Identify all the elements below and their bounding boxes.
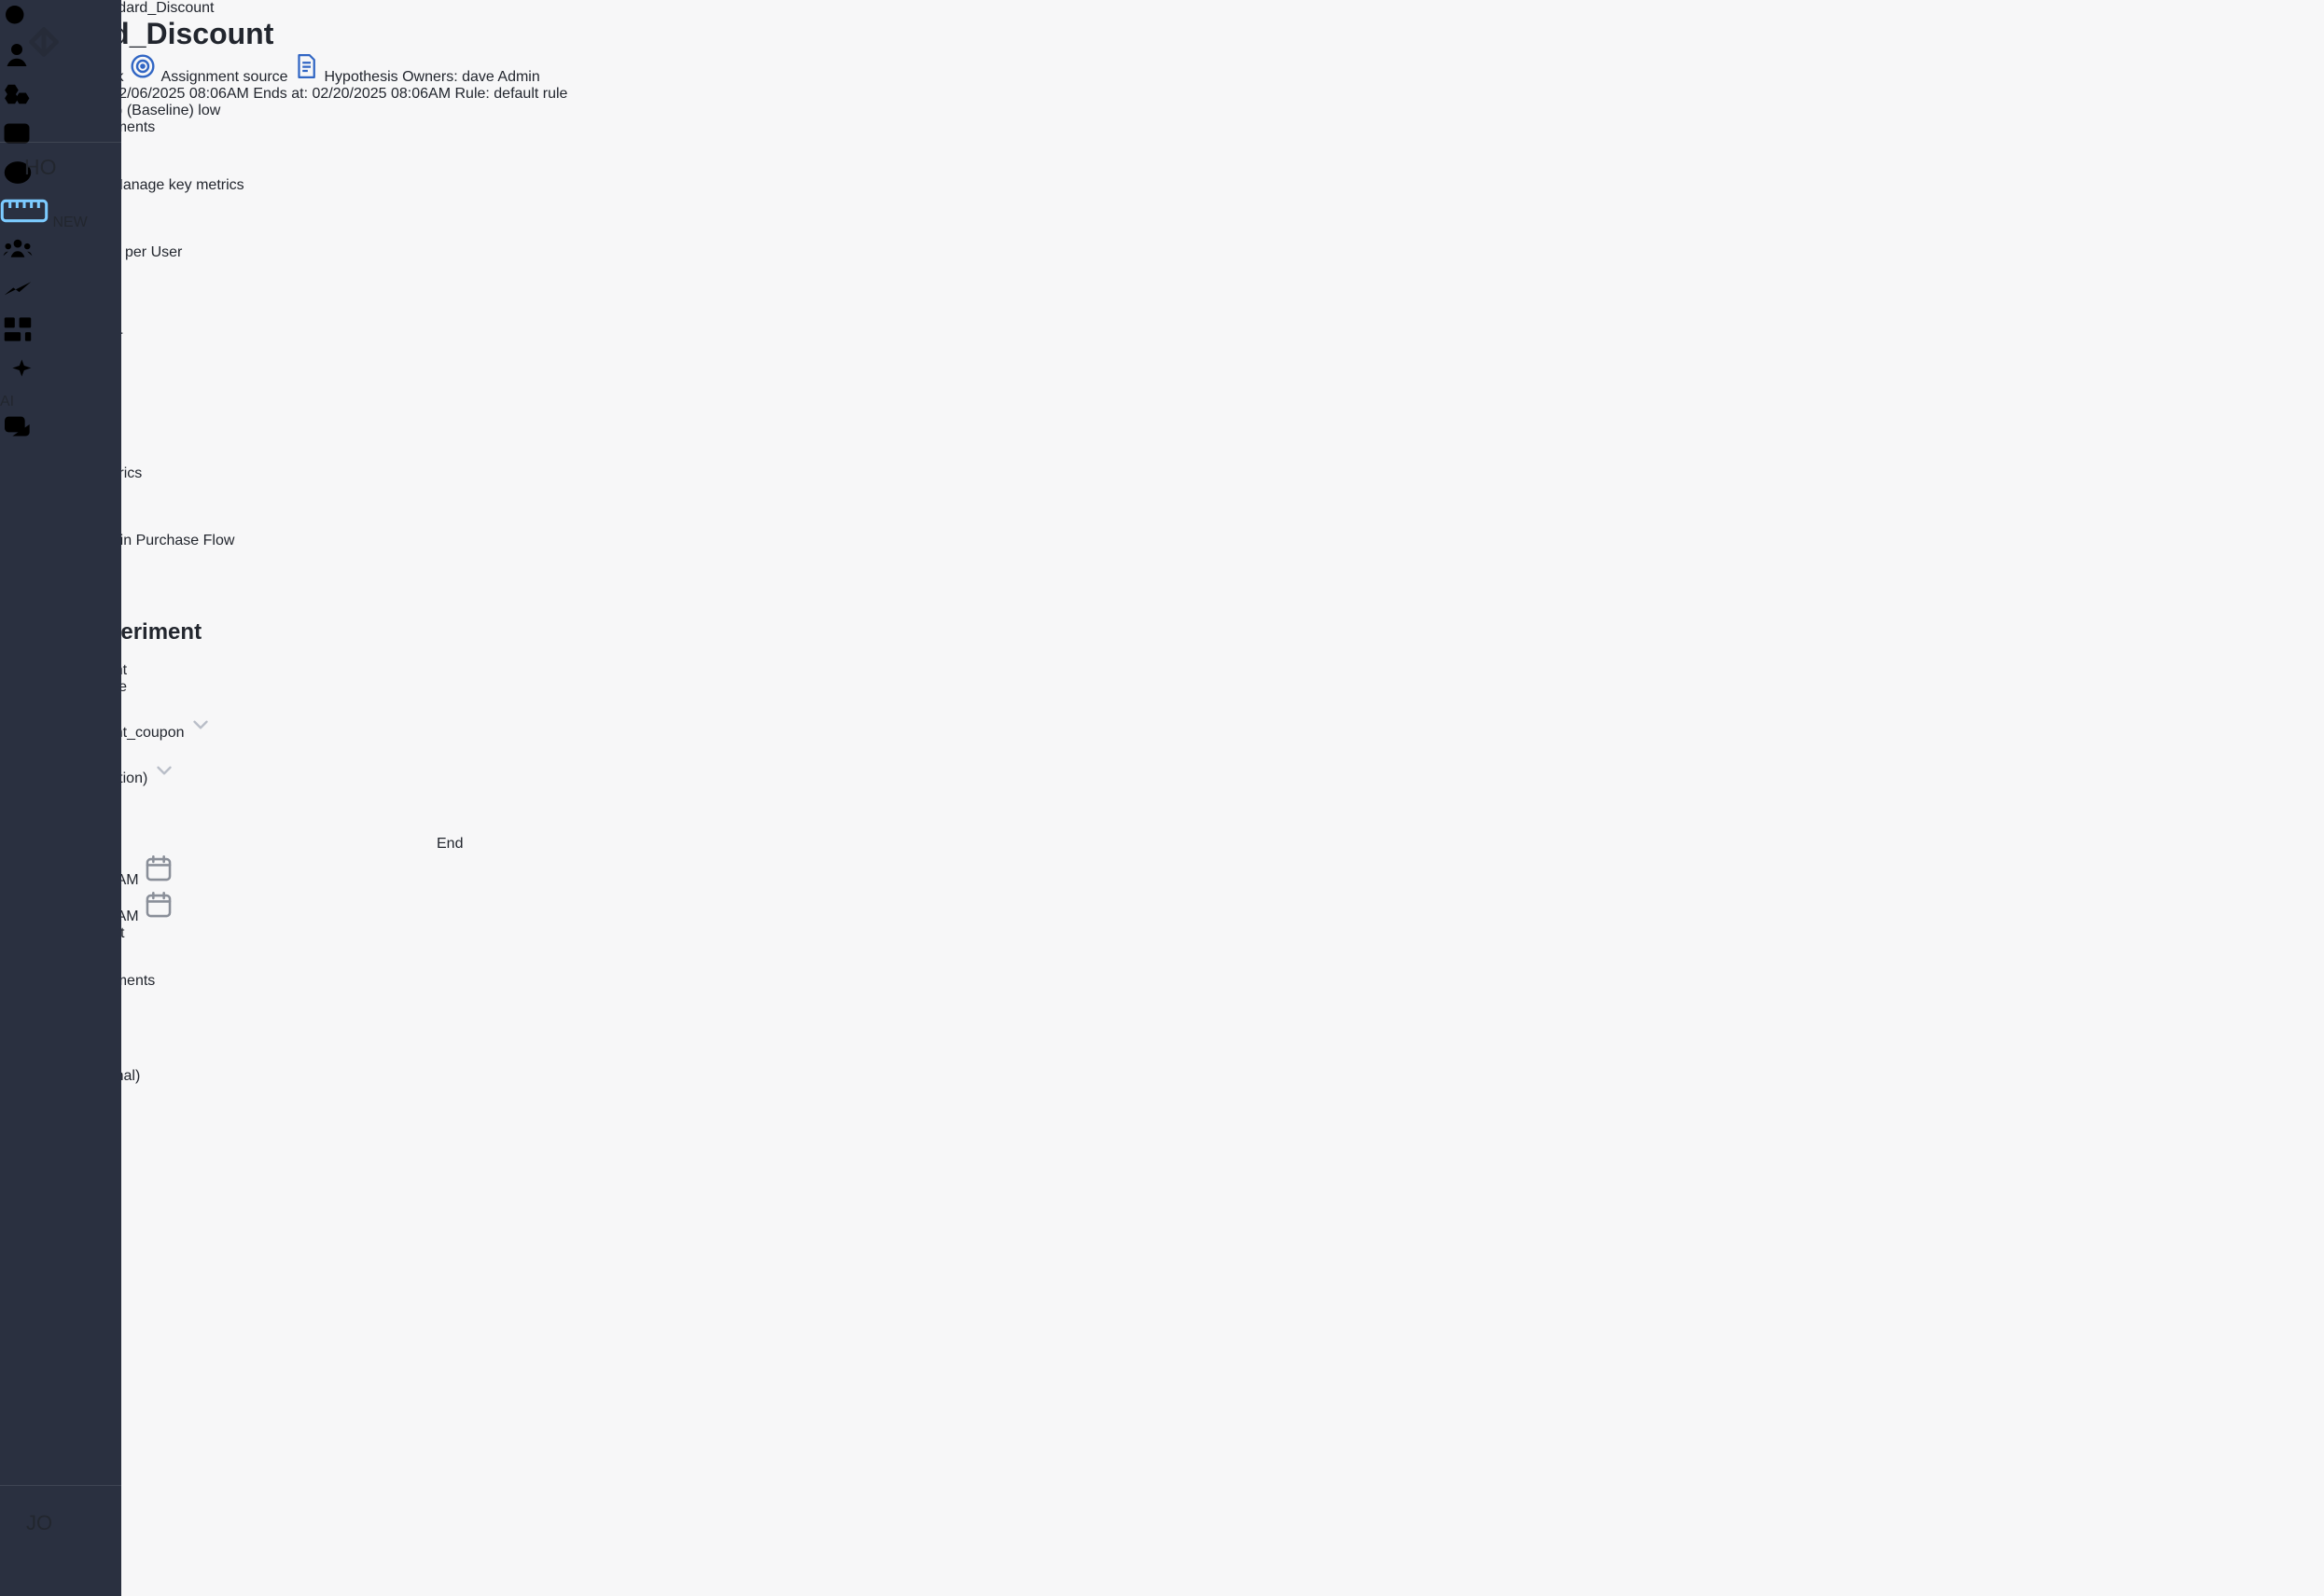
guardrail-metrics-table: Metric Treatment Direction Average Durat… [0, 482, 2324, 583]
main-content: Experiments/Standard_Discount Standard_D… [0, 0, 2324, 583]
columns-icon [0, 117, 34, 150]
chevron-down-icon [152, 758, 176, 783]
owner-chip[interactable]: Admin [497, 69, 539, 85]
direction-cell: - [0, 566, 2324, 583]
end-label: End [437, 836, 463, 853]
treatment-column-header: Treatment [0, 211, 2324, 228]
metric-column-header: Metric [0, 194, 2324, 211]
calendar-icon[interactable] [143, 853, 174, 884]
feature-flag-select[interactable]: front_end_discount_coupon [0, 713, 2324, 742]
sidebar-item-ai-assistant[interactable] [0, 352, 121, 394]
environment-select[interactable]: Preview (no definition) [0, 758, 2324, 787]
direction-cell-desired: Desired [0, 396, 2324, 412]
comparison-treatments-label: Comparison treatments [0, 973, 2324, 990]
scope-summary-card: Scope Starts at: 02/06/2025 08:06AM Ends… [0, 86, 2324, 119]
user-avatar[interactable]: JO [26, 1511, 78, 1563]
scope-ends-at: Ends at: 02/20/2025 08:06AM [253, 86, 451, 102]
document-icon [292, 69, 324, 85]
workspace-badge[interactable]: HO [24, 155, 78, 209]
legend-item-low: low [198, 103, 220, 118]
guardrail-metrics-card: Guardrail metrics Metric Treatment Direc… [0, 453, 2324, 583]
new-badge: NEW [52, 215, 87, 230]
direction-cell: - [0, 362, 2324, 379]
scope-rule: Rule: default rule [454, 86, 567, 102]
table-row: Booking Avg Price per User off - low Inc… [0, 244, 2324, 328]
scope-section: Scope Start End 02/06/2025 08:06AM 02/20… [0, 787, 2324, 1068]
table-row: Bookings per User off - low Desired [0, 328, 2324, 412]
owners-label: Owners: [402, 69, 458, 85]
targeting-rule-label: Targeting rule [0, 1020, 2324, 1037]
table-header: Metric Treatment Direction [0, 482, 2324, 533]
comparison-treatments-row: Comparison treatments low ✕ ✕ [0, 119, 2324, 165]
direction-cell-inconclusive: Inconclusive [0, 312, 2324, 328]
legend-low-text: low [198, 103, 220, 118]
name-label: Name [0, 645, 2324, 662]
target-icon [128, 69, 161, 85]
hypothesis-link[interactable]: Hypothesis [292, 69, 402, 85]
feature-flag-label: Feature flag [0, 696, 2324, 713]
ai-sparkle-icon [0, 352, 37, 389]
baseline-treatment-select[interactable]: off [0, 942, 2324, 973]
assignment-source-section: Assignment source Feature flag front_end… [0, 679, 2324, 787]
experiment-meta-row: Health Check Assignment source Hypothesi… [0, 51, 2324, 86]
page-title: Standard_Discount [0, 17, 2324, 51]
sidebar-item-help[interactable] [0, 410, 121, 452]
direction-column-header: Direction [0, 516, 2324, 533]
owners-group: Owners: dave Admin [402, 69, 540, 85]
drawer-title: Update experiment [0, 619, 2324, 645]
metric-column-header: Metric [0, 482, 2324, 499]
baseline-treatment-label: Baseline treatment [0, 925, 2324, 942]
breadcrumb: Experiments/Standard_Discount [0, 0, 2324, 17]
chevron-down-icon [188, 713, 213, 737]
logo-mark-icon [22, 21, 65, 63]
assignment-source-label: Assignment source [161, 69, 288, 85]
help-chat-icon [0, 410, 37, 448]
sidebar: HO NEW [0, 0, 121, 1596]
sidebar-item-columns[interactable] [0, 117, 121, 155]
assignment-source-heading: Assignment source [0, 679, 2324, 696]
update-experiment-drawer: Update experiment Name Standard_Discount… [0, 583, 2324, 1085]
treatment-column-header: Treatment [0, 499, 2324, 516]
start-date-input[interactable]: 02/06/2025 08:06AM [0, 853, 2324, 889]
ai-badge: AI [0, 394, 121, 410]
table-row: Average Duration in Purchase Flow off - [0, 533, 2324, 583]
environment-label: Environment [0, 742, 2324, 758]
sidebar-divider [0, 142, 121, 143]
table-header: Metric Treatment Direction [0, 194, 2324, 244]
sidebar-item-analytics[interactable] [0, 271, 121, 312]
targeting-rule-select[interactable]: default rule [0, 1037, 2324, 1068]
key-metrics-table: Metric Treatment Direction Booking Avg P… [0, 194, 2324, 412]
app-logo[interactable] [22, 21, 99, 101]
legend-baseline-text: (Baseline) [127, 103, 194, 118]
split-legend: off 52,276 (50.1%) (Baseline) low [0, 103, 2324, 119]
dashboard-icon [0, 312, 35, 347]
assignment-source-link[interactable]: Assignment source [128, 69, 292, 85]
name-input[interactable]: Standard_Discount [0, 662, 2324, 679]
sidebar-item-audiences[interactable] [0, 231, 121, 271]
comparison-treatments-multiselect[interactable]: low ✕ ✕ [0, 990, 2324, 1020]
scope-heading: Scope [0, 787, 2324, 804]
owner-chip[interactable]: dave [462, 69, 494, 85]
sidebar-divider [0, 1485, 121, 1486]
line-chart-icon [0, 271, 35, 307]
comparison-treatments-select[interactable]: low ✕ ✕ [0, 136, 2324, 165]
app-screen: HO NEW [0, 0, 2324, 1596]
hypothesis-label: Hypothesis [324, 69, 397, 85]
people-group-icon [0, 231, 35, 267]
calendar-icon[interactable] [143, 889, 174, 921]
direction-column-header: Direction [0, 228, 2324, 244]
hypothesis-heading: Hypothesis (optional) [0, 1068, 2324, 1085]
sidebar-item-dashboards[interactable] [0, 312, 121, 352]
key-metrics-card: Key metrics Manage key metrics Metric Tr… [0, 165, 2324, 412]
end-date-input[interactable]: 02/20/2025 08:06AM [0, 889, 2324, 925]
manage-key-metrics-link[interactable]: Manage key metrics [110, 177, 244, 193]
direction-cell: - [0, 278, 2324, 295]
close-button[interactable] [0, 583, 2324, 619]
